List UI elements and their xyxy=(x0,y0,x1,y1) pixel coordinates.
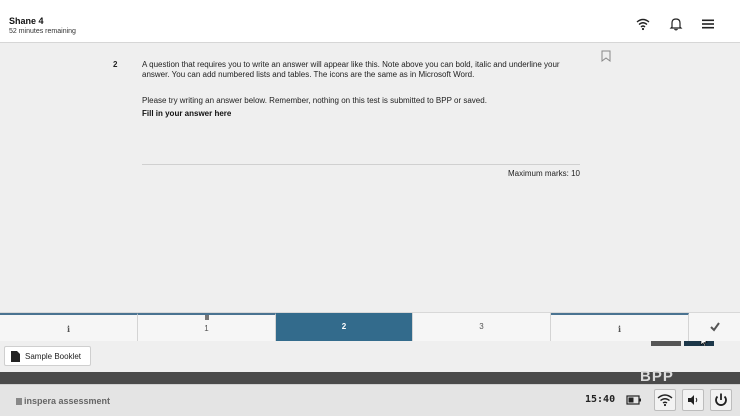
power-icon xyxy=(715,393,727,406)
power-button[interactable] xyxy=(710,389,732,411)
info-icon: i xyxy=(617,324,622,334)
wifi-button[interactable] xyxy=(654,389,676,411)
tab-info-end[interactable]: i xyxy=(551,313,689,341)
answer-field[interactable]: Fill in your answer here xyxy=(142,109,231,118)
question-navigation-bar: i 1 2 3 i xyxy=(0,312,740,341)
question-number: 2 xyxy=(113,60,118,69)
candidate-name: Shane 4 xyxy=(9,16,44,26)
wifi-icon xyxy=(657,394,673,407)
bookmark-icon[interactable] xyxy=(601,50,611,62)
background-strip xyxy=(0,372,740,384)
question-instruction: Please try writing an answer below. Reme… xyxy=(142,96,487,105)
maximum-marks: Maximum marks: 10 xyxy=(507,169,580,178)
time-remaining: 52 minutes remaining xyxy=(9,28,76,35)
wifi-icon[interactable] xyxy=(636,17,650,31)
tab-label: 1 xyxy=(204,324,209,333)
speaker-icon xyxy=(688,395,698,405)
sample-booklet-button[interactable]: Sample Booklet xyxy=(4,346,91,366)
bookmark-icon xyxy=(204,315,209,320)
tab-question-2[interactable]: 2 xyxy=(276,313,413,341)
clock: 15:40 xyxy=(585,394,616,405)
battery-icon[interactable] xyxy=(626,393,642,407)
volume-button[interactable] xyxy=(682,389,704,411)
tab-question-1[interactable]: 1 xyxy=(138,313,276,341)
inspera-mark-icon xyxy=(16,398,22,405)
hamburger-menu-icon[interactable] xyxy=(701,17,715,31)
bpp-logo: BPP xyxy=(640,368,674,385)
system-footer: inspera assessment 15:40 xyxy=(0,384,740,416)
submit-tab[interactable] xyxy=(689,313,740,341)
top-bar: Shane 4 52 minutes remaining xyxy=(0,0,740,43)
tab-label: 3 xyxy=(479,322,484,331)
sample-booklet-label: Sample Booklet xyxy=(25,352,82,361)
document-icon xyxy=(11,351,20,362)
question-area: 2 A question that requires you to write … xyxy=(0,43,740,348)
bell-icon[interactable] xyxy=(669,17,683,31)
info-icon: i xyxy=(66,324,71,334)
tab-label: 2 xyxy=(341,322,347,331)
question-text: A question that requires you to write an… xyxy=(142,60,560,79)
inspera-logo: inspera assessment xyxy=(16,396,110,406)
tab-info-start[interactable]: i xyxy=(0,313,138,341)
divider xyxy=(142,164,580,165)
tab-question-3[interactable]: 3 xyxy=(413,313,551,341)
checkmark-icon xyxy=(709,322,720,332)
